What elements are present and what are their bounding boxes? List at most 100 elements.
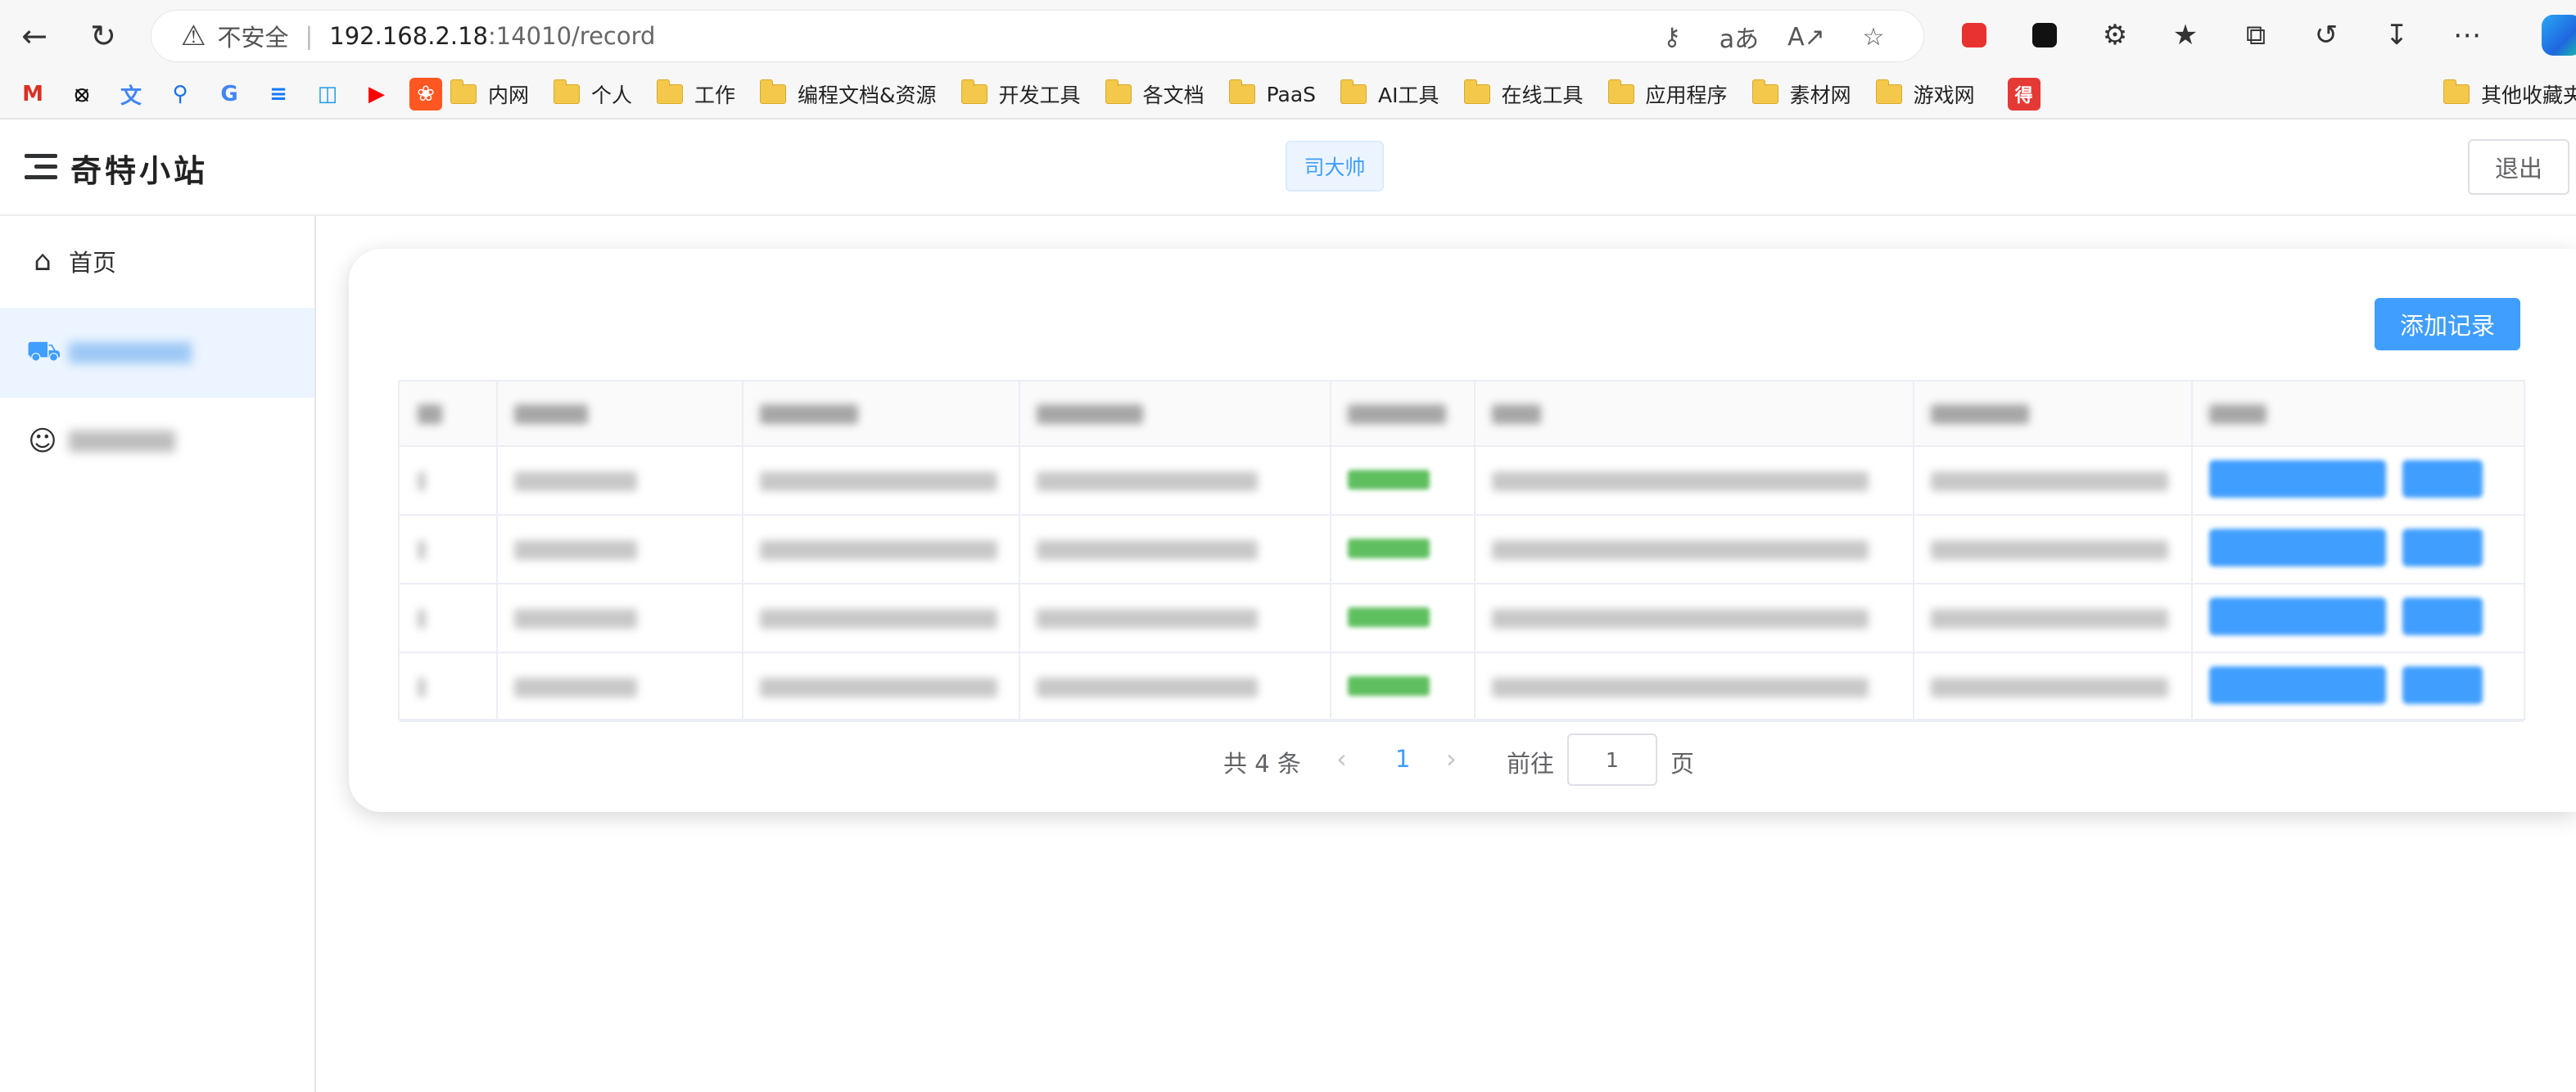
app-red-icon[interactable]: 得 bbox=[2007, 78, 2040, 111]
table-cell-obscured bbox=[760, 472, 997, 491]
translate-icon[interactable]: aあ bbox=[1706, 17, 1773, 56]
row-delete-button-obscured[interactable] bbox=[2402, 666, 2483, 704]
user-icon: ☺ bbox=[28, 425, 57, 458]
column-header-obscured bbox=[1348, 404, 1446, 424]
table-cell-obscured bbox=[1492, 472, 1869, 491]
app-icon[interactable]: ❀ bbox=[409, 78, 442, 111]
logout-button[interactable]: 退出 bbox=[2468, 139, 2569, 195]
search-icon[interactable]: ⚲ bbox=[164, 78, 197, 111]
sidebar-item-label: 首页 bbox=[69, 249, 117, 277]
table-row bbox=[400, 516, 2524, 584]
more-menu-icon[interactable]: ⋯ bbox=[2432, 10, 2502, 61]
row-delete-button-obscured[interactable] bbox=[2402, 529, 2483, 566]
folder-icon bbox=[1607, 79, 1634, 104]
browser-toolbar: ← ↻ ⚠ 不安全 | 192.168.2.18:14010/record ⚷ … bbox=[0, 0, 2576, 120]
extensions-puzzle-icon[interactable]: ⚙ bbox=[2080, 10, 2150, 61]
security-label: 不安全 bbox=[217, 24, 289, 52]
table-header bbox=[400, 381, 2524, 447]
folder-icon bbox=[1105, 79, 1132, 104]
row-action-button-obscured[interactable] bbox=[2209, 460, 2386, 498]
folder-icon bbox=[760, 79, 787, 104]
table-cell-obscured bbox=[1037, 540, 1258, 560]
table-cell-obscured bbox=[418, 678, 426, 697]
table-cell-obscured bbox=[760, 678, 997, 697]
add-record-button[interactable]: 添加记录 bbox=[2375, 298, 2520, 350]
youtube-icon[interactable]: ▶ bbox=[360, 78, 393, 111]
row-action-button-obscured[interactable] bbox=[2209, 666, 2386, 704]
bookmark-folder[interactable]: 个人 bbox=[554, 79, 632, 109]
url-path: :14010/record bbox=[488, 22, 656, 50]
table-cell-obscured bbox=[418, 472, 426, 491]
table-cell-obscured bbox=[1037, 609, 1258, 629]
address-bar[interactable]: ⚠ 不安全 | 192.168.2.18:14010/record ⚷ aあ A… bbox=[151, 10, 1924, 62]
home-icon: ⌂ bbox=[34, 245, 52, 278]
bookmark-icon[interactable]: ⦻ bbox=[66, 78, 98, 111]
bookmark-folder[interactable]: 内网 bbox=[450, 79, 529, 109]
key-icon[interactable]: ⚷ bbox=[1638, 17, 1706, 56]
row-delete-button-obscured[interactable] bbox=[2402, 460, 2483, 498]
status-badge-obscured bbox=[1348, 539, 1430, 558]
sidebar-item-user[interactable]: ☺ bbox=[0, 396, 314, 486]
status-badge-obscured bbox=[1348, 607, 1430, 627]
extension-dark-icon[interactable] bbox=[2009, 10, 2080, 61]
table-cell-obscured bbox=[1492, 609, 1869, 629]
folder-icon bbox=[657, 79, 684, 104]
favorite-star-icon[interactable]: ☆ bbox=[1840, 17, 1907, 56]
row-delete-button-obscured[interactable] bbox=[2402, 598, 2483, 635]
sidebar-item-home[interactable]: ⌂ 首页 bbox=[0, 216, 314, 306]
bookmark-folder[interactable]: PaaS bbox=[1228, 79, 1316, 106]
menu-toggle-icon[interactable] bbox=[25, 154, 57, 180]
stack-icon[interactable]: ≡ bbox=[262, 78, 295, 111]
table-cell-obscured bbox=[1492, 540, 1869, 560]
translate-bookmark-icon[interactable]: 文 bbox=[115, 78, 147, 111]
table-cell-obscured bbox=[1037, 678, 1258, 697]
table-cell-obscured bbox=[514, 472, 637, 491]
user-name-tag: 司大帅 bbox=[1286, 141, 1384, 192]
sidebar-item-records[interactable]: ⛟ bbox=[0, 308, 314, 398]
sidebar-item-label-obscured bbox=[69, 431, 175, 452]
row-action-button-obscured[interactable] bbox=[2209, 529, 2386, 566]
history-icon[interactable]: ↺ bbox=[2291, 10, 2361, 61]
bookmark-folder[interactable]: 游戏网 bbox=[1875, 79, 1975, 109]
read-aloud-icon[interactable]: A↗ bbox=[1773, 17, 1840, 56]
column-header-obscured bbox=[418, 404, 442, 424]
google-icon[interactable]: G bbox=[213, 78, 246, 111]
goto-page-input[interactable] bbox=[1567, 733, 1657, 786]
folder-icon bbox=[450, 79, 477, 104]
bookmark-folder[interactable]: AI工具 bbox=[1340, 79, 1439, 109]
next-page-icon[interactable]: › bbox=[1446, 743, 1457, 774]
bookmark-folder[interactable]: 工作 bbox=[657, 79, 735, 109]
table-cell-obscured bbox=[514, 540, 637, 560]
folder-icon bbox=[960, 79, 987, 104]
prev-page-icon[interactable]: ‹ bbox=[1336, 743, 1347, 774]
table-row bbox=[400, 447, 2524, 516]
back-icon[interactable]: ← bbox=[10, 11, 59, 61]
bookmark-folder[interactable]: 各文档 bbox=[1105, 79, 1204, 109]
bilibili-icon[interactable]: ◫ bbox=[311, 78, 344, 111]
gmail-icon[interactable]: M bbox=[16, 78, 49, 111]
warning-icon: ⚠ bbox=[181, 20, 206, 52]
bookmark-folder[interactable]: 素材网 bbox=[1751, 79, 1851, 109]
bookmark-folder[interactable]: 在线工具 bbox=[1463, 79, 1584, 109]
folder-icon bbox=[2443, 79, 2470, 104]
table-row bbox=[400, 653, 2524, 722]
bookmark-folder[interactable]: 应用程序 bbox=[1607, 79, 1728, 109]
sidebar-item-label-obscured bbox=[69, 342, 192, 363]
pagination-total: 共 4 条 bbox=[1223, 750, 1301, 778]
reload-icon[interactable]: ↻ bbox=[79, 11, 128, 61]
favorites-icon[interactable]: ★ bbox=[2150, 10, 2221, 61]
page-number-current[interactable]: 1 bbox=[1395, 745, 1410, 773]
column-header-obscured bbox=[1931, 404, 2029, 424]
table-cell-obscured bbox=[418, 609, 426, 629]
row-action-button-obscured[interactable] bbox=[2209, 598, 2386, 635]
copilot-icon[interactable] bbox=[2542, 15, 2576, 56]
status-badge-obscured bbox=[1348, 470, 1430, 490]
folder-icon bbox=[1340, 79, 1367, 104]
extension-red-icon[interactable] bbox=[1939, 10, 2009, 61]
sidebar: ⌂ 首页 ⛟ ☺ bbox=[0, 216, 316, 1092]
bookmark-folder[interactable]: 开发工具 bbox=[960, 79, 1081, 109]
other-bookmarks-folder[interactable]: 其他收藏夹 bbox=[2443, 70, 2576, 118]
collections-icon[interactable]: ⧉ bbox=[2221, 10, 2291, 61]
download-icon[interactable]: ↧ bbox=[2361, 10, 2432, 61]
bookmark-folder[interactable]: 编程文档&资源 bbox=[760, 79, 937, 109]
